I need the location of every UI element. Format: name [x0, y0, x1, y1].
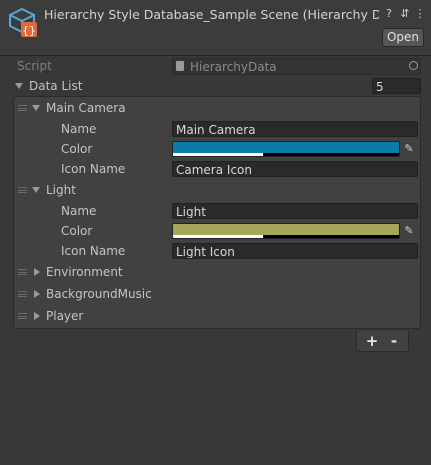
icon-name-field[interactable]: Camera Icon: [172, 161, 418, 177]
drag-handle-icon[interactable]: [18, 105, 27, 111]
settings-sliders-icon[interactable]: ⇵: [399, 8, 411, 20]
color-swatch: [173, 224, 399, 235]
scriptable-object-icon: {}: [9, 7, 37, 37]
add-element-button[interactable]: +: [363, 333, 381, 349]
name-field[interactable]: Light: [172, 203, 418, 219]
color-label: Color: [61, 142, 93, 156]
foldout-open-icon[interactable]: [32, 105, 40, 111]
icon-name-field[interactable]: Light Icon: [172, 243, 418, 259]
icon-name-label: Icon Name: [61, 244, 126, 258]
color-field[interactable]: [172, 223, 400, 239]
color-label: Color: [61, 224, 93, 238]
script-asset-name: HierarchyData: [190, 60, 277, 74]
color-field[interactable]: [172, 141, 400, 157]
list-item-title[interactable]: Main Camera: [46, 101, 126, 115]
more-menu-icon[interactable]: ⋮: [414, 8, 426, 20]
foldout-closed-icon[interactable]: [34, 290, 40, 298]
eyedropper-icon[interactable]: ✎: [400, 141, 418, 157]
remove-element-button[interactable]: -: [385, 333, 403, 349]
list-item-title[interactable]: Environment: [46, 265, 123, 279]
foldout-closed-icon[interactable]: [34, 312, 40, 320]
object-picker-icon[interactable]: [409, 61, 418, 70]
script-field[interactable]: HierarchyData: [172, 58, 421, 75]
color-swatch: [173, 142, 399, 153]
data-list-foldout-icon[interactable]: [15, 83, 23, 89]
name-field[interactable]: Main Camera: [172, 121, 418, 137]
data-list-size-field[interactable]: 5: [372, 78, 421, 94]
help-icon[interactable]: ?: [383, 8, 395, 20]
svg-text:{}: {}: [22, 24, 36, 37]
eyedropper-icon[interactable]: ✎: [400, 223, 418, 239]
script-label: Script: [17, 59, 52, 73]
name-label: Name: [61, 122, 97, 136]
list-item-title[interactable]: BackgroundMusic: [46, 287, 152, 301]
script-file-icon: [176, 61, 184, 71]
list-item-title[interactable]: Light: [46, 183, 76, 197]
drag-handle-icon[interactable]: [18, 187, 27, 193]
drag-handle-icon[interactable]: [18, 313, 27, 319]
alpha-bar: [173, 235, 264, 238]
open-button[interactable]: Open: [382, 28, 424, 47]
drag-handle-icon[interactable]: [18, 269, 27, 275]
foldout-closed-icon[interactable]: [34, 268, 40, 276]
icon-name-label: Icon Name: [61, 162, 126, 176]
drag-handle-icon[interactable]: [18, 291, 27, 297]
window-title: Hierarchy Style Database_Sample Scene (H…: [44, 7, 379, 22]
name-label: Name: [61, 204, 97, 218]
data-list-label[interactable]: Data List: [29, 79, 82, 93]
alpha-bar: [173, 153, 264, 156]
list-item-title[interactable]: Player: [46, 309, 83, 323]
foldout-open-icon[interactable]: [32, 187, 40, 193]
list-footer: + -: [356, 331, 409, 352]
